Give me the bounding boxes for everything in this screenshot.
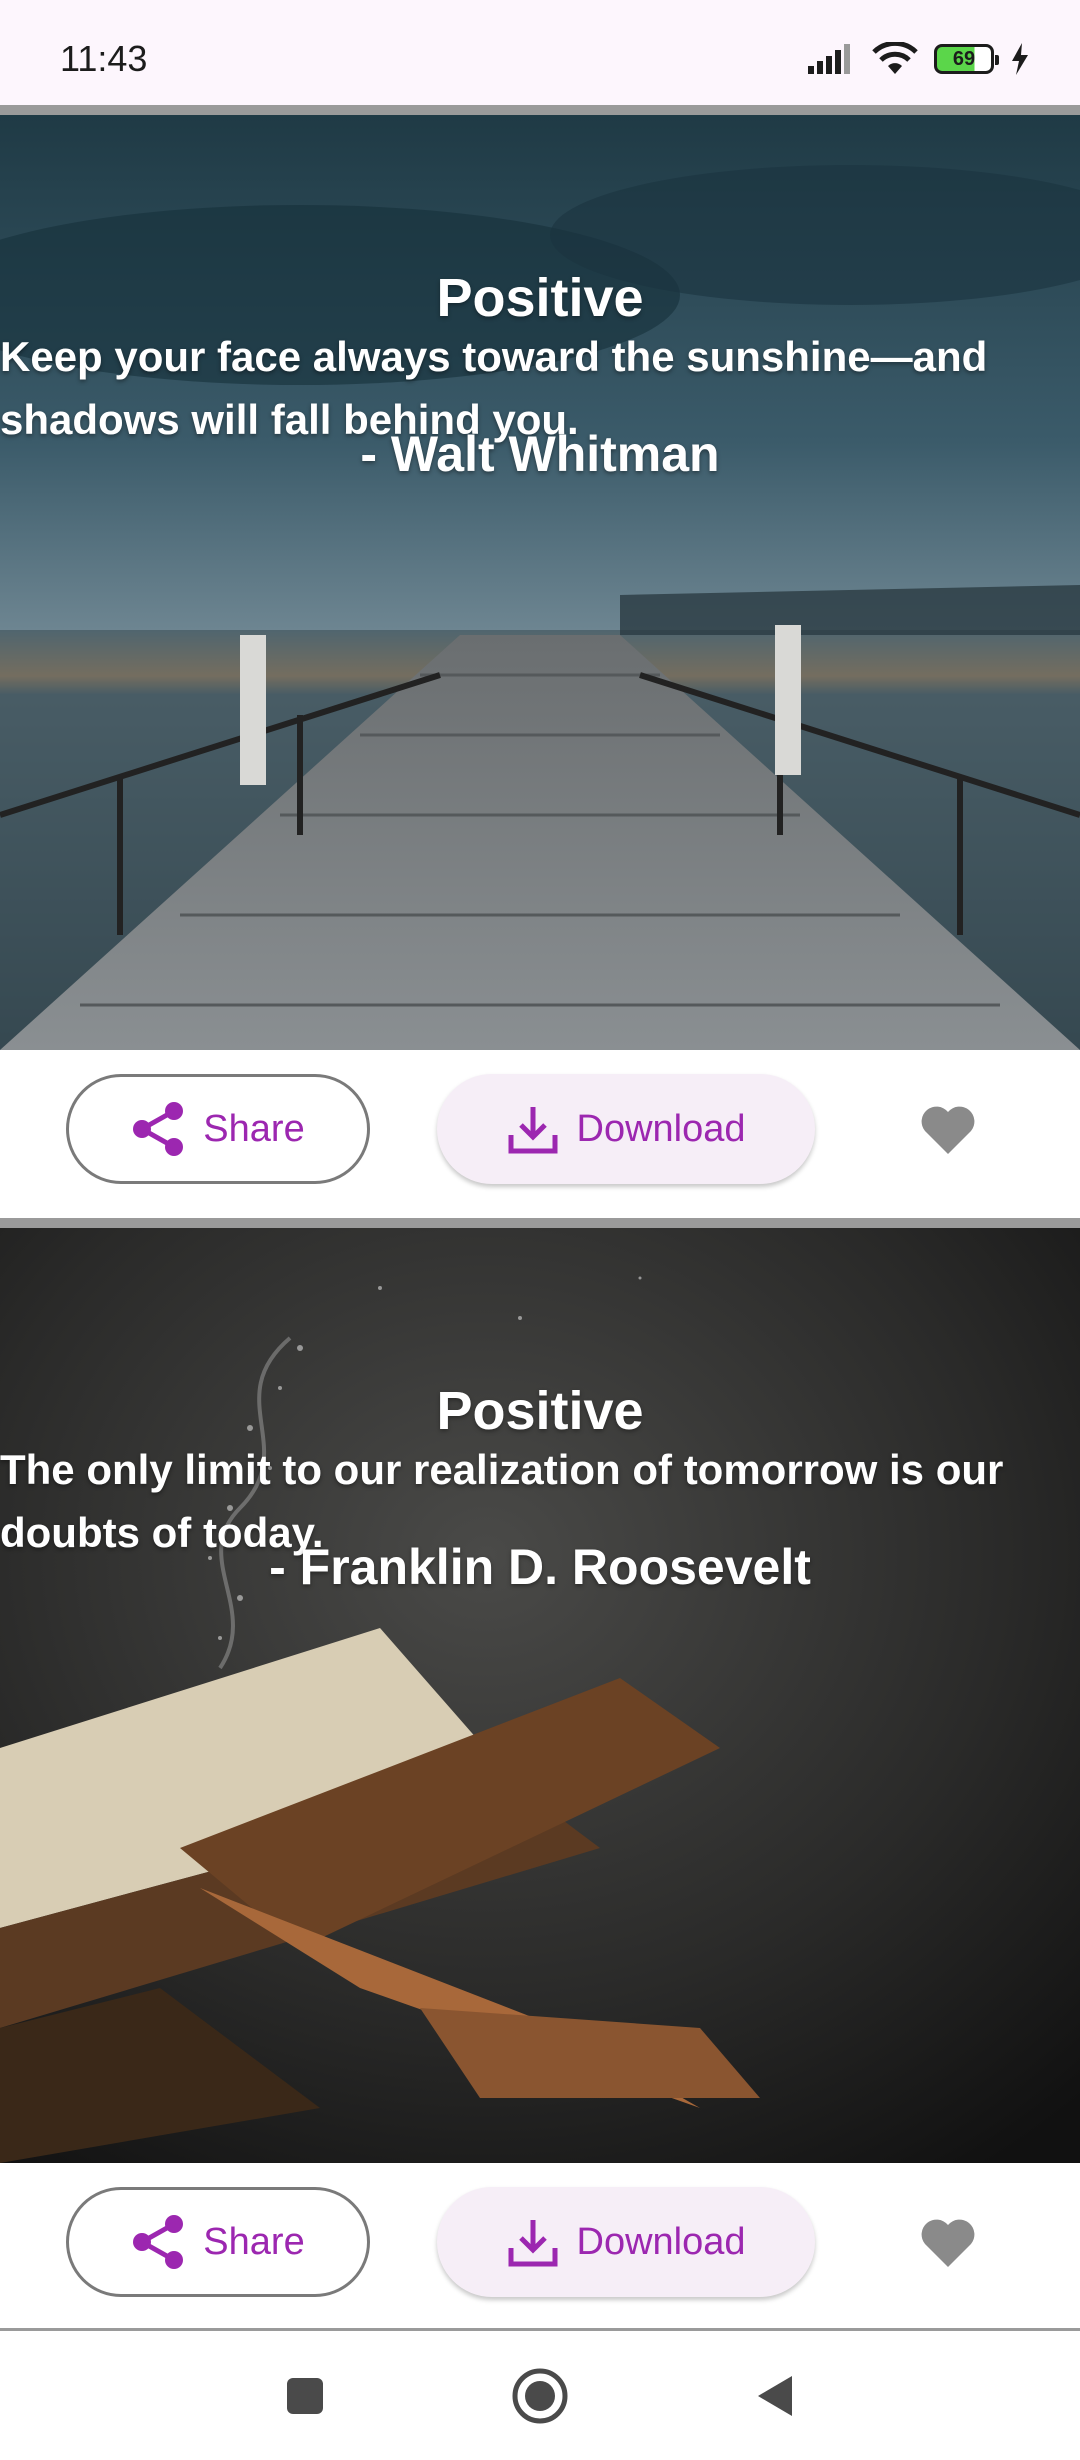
card-divider (0, 105, 1080, 115)
recents-icon (287, 2378, 323, 2414)
download-label: Download (576, 1107, 746, 1150)
download-label: Download (576, 2220, 746, 2263)
download-icon (508, 2220, 557, 2267)
download-button[interactable]: Download (437, 2187, 815, 2297)
pier-background-image (0, 115, 1080, 1050)
battery-level: 69 (952, 47, 976, 70)
download-icon (508, 1107, 557, 1154)
share-icon (133, 2215, 184, 2269)
share-button[interactable]: Share (66, 2187, 370, 2297)
quote-category: Positive (436, 1381, 644, 1441)
quote-category: Positive (436, 268, 644, 328)
charging-icon (1012, 43, 1028, 75)
share-icon (133, 1102, 184, 1156)
download-button[interactable]: Download (437, 1074, 815, 1184)
back-icon (758, 2376, 792, 2416)
system-nav-bar (0, 2328, 1080, 2460)
status-time: 11:43 (60, 38, 148, 79)
share-label: Share (203, 2220, 305, 2263)
card-actions: Share Download (0, 2163, 1080, 2325)
signal-icon (808, 44, 850, 74)
home-button[interactable] (505, 2361, 575, 2431)
card-divider (0, 1218, 1080, 1228)
card-actions: Share Download (0, 1050, 1080, 1218)
battery-icon: 69 (934, 44, 999, 74)
back-button[interactable] (740, 2361, 810, 2431)
status-icons: 69 (808, 42, 1030, 76)
home-icon (512, 2368, 568, 2424)
quote-card-image[interactable]: Positive Keep your face always toward th… (0, 115, 1080, 1050)
wifi-icon (872, 42, 918, 74)
favorite-button[interactable] (912, 2211, 984, 2275)
share-button[interactable]: Share (66, 1074, 370, 1184)
share-label: Share (203, 1107, 305, 1150)
quote-card-image[interactable]: Positive The only limit to our realizati… (0, 1228, 1080, 2163)
quote-author: - Franklin D. Roosevelt (269, 1539, 811, 1595)
recents-button[interactable] (270, 2361, 340, 2431)
heart-icon (921, 2219, 975, 2267)
book-background-image (0, 1228, 1080, 2163)
quote-author: - Walt Whitman (360, 426, 720, 482)
favorite-button[interactable] (912, 1098, 984, 1162)
status-bar: 11:43 69 (0, 0, 1080, 105)
heart-icon (921, 1106, 975, 1154)
